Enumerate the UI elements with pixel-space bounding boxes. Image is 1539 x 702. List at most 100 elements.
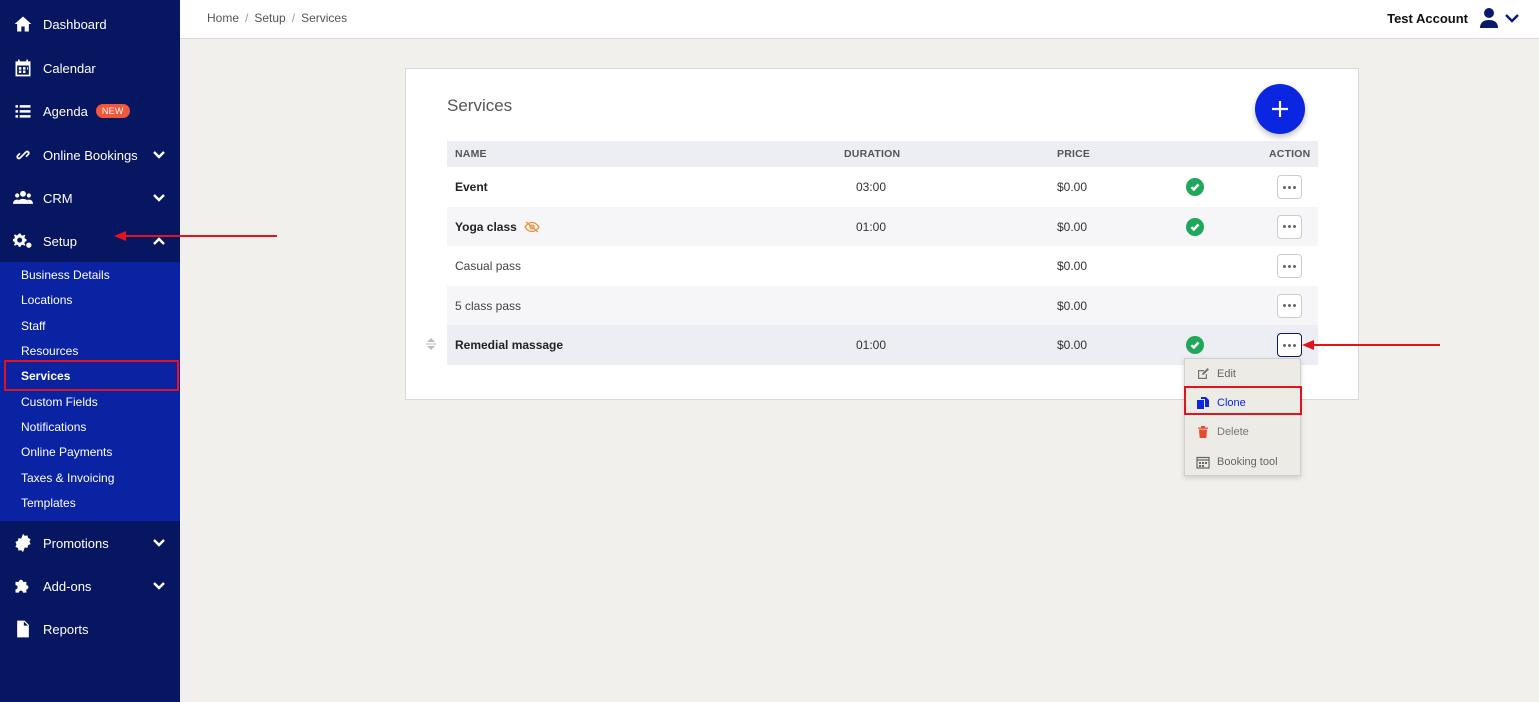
service-name: 5 class pass (455, 298, 522, 313)
submenu-templates[interactable]: Templates (21, 496, 76, 510)
sidebar: Dashboard Calendar Agenda NEW Online Boo… (0, 0, 180, 702)
nav-label: Online Bookings (43, 147, 138, 163)
row-actions-button[interactable] (1277, 214, 1302, 239)
menu-item-edit[interactable]: Edit (1185, 359, 1300, 388)
highlight-box-services (4, 360, 179, 391)
gears-icon (12, 230, 34, 252)
service-price: $0.00 (1057, 259, 1088, 274)
breadcrumb-setup[interactable]: Setup (254, 11, 285, 25)
table-row[interactable]: 5 class pass $0.00 (447, 285, 1318, 326)
nav-label: Add-ons (43, 578, 92, 594)
column-duration: DURATION (844, 148, 901, 160)
user-menu-icon[interactable] (1477, 7, 1525, 29)
trash-icon (1198, 425, 1208, 438)
nav-label: Reports (43, 621, 89, 637)
chevron-down-icon (152, 580, 166, 592)
column-action: ACTION (1269, 148, 1311, 160)
nav-reports[interactable]: Reports (0, 607, 180, 651)
home-icon (12, 13, 34, 35)
service-price: $0.00 (1057, 338, 1088, 353)
service-duration: 01:00 (856, 338, 887, 353)
submenu-resources[interactable]: Resources (21, 344, 78, 358)
breadcrumb-services: Services (301, 11, 348, 25)
users-icon (12, 187, 34, 209)
breadcrumb: Home / Setup / Services (207, 11, 347, 25)
annotation-arrow-left (114, 231, 277, 241)
nav-label: Setup (43, 233, 77, 249)
nav-agenda[interactable]: Agenda NEW (0, 89, 180, 133)
submenu-business-details[interactable]: Business Details (21, 268, 110, 282)
nav-dashboard[interactable]: Dashboard (0, 2, 180, 46)
submenu-notifications[interactable]: Notifications (21, 420, 86, 434)
row-actions-button[interactable] (1277, 293, 1302, 318)
service-duration: 03:00 (856, 180, 887, 194)
menu-item-delete[interactable]: Delete (1185, 417, 1300, 446)
service-price: $0.00 (1057, 219, 1088, 234)
column-name: NAME (455, 148, 487, 160)
setup-submenu: Business Details Locations Staff Resourc… (0, 262, 180, 521)
edit-icon (1198, 367, 1209, 379)
nav-label: Calendar (43, 60, 96, 76)
service-duration: 01:00 (856, 219, 887, 234)
service-name-cell: Yoga class (455, 220, 540, 234)
submenu-custom-fields[interactable]: Custom Fields (21, 395, 98, 409)
service-price: $0.00 (1057, 298, 1088, 313)
menu-item-label: Booking tool (1217, 455, 1278, 468)
chevron-down-icon (152, 149, 166, 161)
top-bar: Home / Setup / Services Test Account (180, 0, 1539, 39)
row-actions-button[interactable] (1277, 175, 1302, 199)
row-actions-button[interactable] (1277, 254, 1302, 279)
submenu-staff[interactable]: Staff (21, 319, 45, 333)
table-row[interactable]: Casual pass $0.00 (447, 246, 1318, 286)
account-name[interactable]: Test Account (1387, 11, 1468, 26)
row-actions-button[interactable] (1277, 333, 1302, 358)
nav-add-ons[interactable]: Add-ons (0, 564, 180, 608)
nav-label: Dashboard (43, 16, 107, 32)
service-name: Casual pass (455, 259, 522, 274)
nav-label: Promotions (43, 535, 109, 551)
chevron-down-icon (152, 192, 166, 204)
calendar-icon (12, 57, 34, 79)
highlight-box-clone (1184, 386, 1302, 415)
nav-label: Agenda (43, 103, 88, 119)
drag-handle-icon[interactable] (425, 337, 437, 351)
row-actions-menu: Edit Clone Delete Booking tool (1184, 358, 1301, 476)
submenu-taxes-invoicing[interactable]: Taxes & Invoicing (21, 471, 114, 485)
service-name: Event (455, 180, 488, 194)
eye-slash-icon (524, 221, 540, 233)
nav-online-bookings[interactable]: Online Bookings (0, 133, 180, 177)
table-row[interactable]: Yoga class 01:00 $0.00 (447, 206, 1318, 247)
nav-label: CRM (43, 190, 73, 206)
link-icon (12, 144, 34, 166)
add-service-button[interactable] (1255, 84, 1305, 134)
plus-icon (1272, 101, 1288, 117)
breadcrumb-home[interactable]: Home (207, 11, 239, 25)
submenu-locations[interactable]: Locations (21, 293, 72, 307)
services-card: Services NAME DURATION PRICE ACTION Even… (405, 68, 1359, 400)
service-price: $0.00 (1057, 180, 1088, 194)
check-circle-icon (1186, 336, 1204, 355)
table-row[interactable]: Event 03:00 $0.00 (447, 167, 1318, 207)
calendar-grid-icon (1196, 456, 1210, 469)
nav-crm[interactable]: CRM (0, 176, 180, 220)
submenu-online-payments[interactable]: Online Payments (21, 445, 112, 459)
menu-item-booking-tool[interactable]: Booking tool (1185, 447, 1300, 476)
annotation-arrow-right (1302, 340, 1440, 350)
badge-icon (12, 532, 34, 554)
nav-promotions[interactable]: Promotions (0, 521, 180, 565)
menu-item-label: Delete (1217, 425, 1249, 438)
breadcrumb-separator: / (291, 11, 296, 25)
new-badge: NEW (95, 104, 130, 118)
page-title: Services (447, 96, 513, 115)
list-icon (12, 100, 34, 122)
breadcrumb-separator: / (245, 11, 249, 25)
nav-calendar[interactable]: Calendar (0, 46, 180, 90)
table-header: NAME DURATION PRICE ACTION (447, 141, 1318, 167)
chevron-down-icon (152, 537, 166, 549)
menu-item-label: Edit (1217, 367, 1236, 380)
file-icon (12, 618, 34, 640)
puzzle-icon (12, 575, 34, 597)
service-name: Yoga class (455, 219, 517, 234)
check-circle-icon (1186, 178, 1204, 196)
check-circle-icon (1186, 217, 1204, 236)
